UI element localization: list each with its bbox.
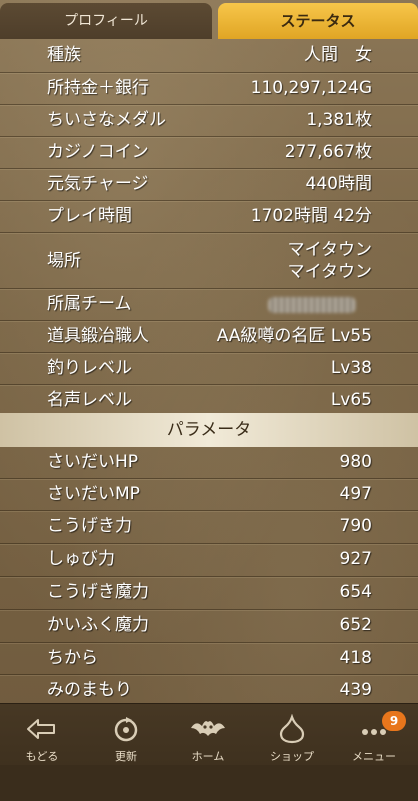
nav-home-label: ホーム	[191, 750, 225, 763]
row-race: 種族 人間 女	[0, 40, 418, 73]
param-value: 980	[339, 452, 372, 472]
param-row-defense: しゅび力 927	[0, 544, 418, 577]
nav-shop-button[interactable]: ショップ	[252, 710, 332, 766]
home-bat-icon	[191, 721, 225, 736]
row-value: 1,381枚	[306, 110, 372, 130]
param-row-heal-magic: かいふく魔力 652	[0, 610, 418, 643]
row-value: Lv38	[330, 358, 372, 378]
nav-back-label: もどる	[25, 750, 59, 763]
param-value: 652	[339, 615, 372, 635]
row-value: マイタウン マイタウン	[288, 239, 372, 283]
row-value: 110,297,124G	[250, 78, 372, 98]
row-label: 名声レベル	[47, 390, 132, 410]
param-label: ちから	[47, 648, 98, 668]
location-line-2: マイタウン	[287, 262, 372, 282]
bottom-safe-area	[0, 765, 418, 800]
row-value: 人間 女	[304, 45, 372, 65]
redacted-team-name	[268, 297, 356, 313]
row-value: AA級噂の名匠 Lv55	[216, 326, 372, 346]
param-label: さいだいHP	[47, 452, 139, 472]
row-label: ちいさなメダル	[47, 110, 166, 130]
nav-home-button[interactable]: ホーム	[168, 710, 248, 766]
row-team: 所属チーム	[0, 289, 418, 321]
tab-profile[interactable]: プロフィール	[0, 3, 212, 39]
refresh-icon	[114, 717, 138, 742]
row-label: 釣りレベル	[47, 358, 132, 378]
row-value: 440時間	[305, 174, 372, 194]
param-value: 927	[339, 549, 372, 569]
tab-status[interactable]: ステータス	[218, 3, 418, 39]
nav-shop-label: ショップ	[270, 750, 314, 763]
status-list[interactable]: 種族 人間 女 所持金＋銀行 110,297,124G ちいさなメダル 1,38…	[0, 40, 418, 703]
param-row-max-hp: さいだいHP 980	[0, 447, 418, 479]
param-label: こうげき魔力	[47, 582, 149, 602]
nav-refresh-button[interactable]: 更新	[86, 710, 166, 766]
row-casino-coins: カジノコイン 277,667枚	[0, 137, 418, 169]
row-label: カジノコイン	[47, 142, 149, 162]
param-row-attack: こうげき力 790	[0, 511, 418, 544]
tab-bar: プロフィール ステータス	[0, 0, 418, 40]
row-medals: ちいさなメダル 1,381枚	[0, 105, 418, 137]
row-location: 場所 マイタウン マイタウン	[0, 233, 418, 289]
param-value: 418	[339, 648, 372, 668]
location-line-1: マイタウン	[287, 240, 372, 260]
row-label: 道具鍛冶職人	[47, 326, 149, 346]
param-row-max-mp: さいだいMP 497	[0, 479, 418, 511]
nav-menu-button[interactable]: メニュー 9	[334, 710, 414, 766]
row-value: 277,667枚	[284, 142, 372, 162]
row-label: 場所	[47, 251, 81, 271]
row-genki-charge: 元気チャージ 440時間	[0, 169, 418, 201]
slime-shop-icon	[279, 714, 305, 744]
row-value: Lv65	[330, 390, 372, 410]
nav-menu-label: メニュー	[352, 750, 396, 763]
param-row-strength: ちから 418	[0, 643, 418, 675]
menu-notification-badge: 9	[382, 711, 406, 731]
param-row-attack-magic: こうげき魔力 654	[0, 577, 418, 610]
row-label: 所持金＋銀行	[47, 78, 149, 98]
row-fishing-level: 釣りレベル Lv38	[0, 353, 418, 385]
row-label: プレイ時間	[47, 206, 132, 226]
param-row-protection: みのまもり 439	[0, 675, 418, 703]
param-value: 790	[339, 516, 372, 536]
nav-refresh-label: 更新	[115, 750, 137, 763]
back-arrow-icon	[27, 719, 55, 739]
param-label: しゅび力	[47, 549, 115, 569]
param-label: こうげき力	[47, 516, 132, 536]
section-header-parameters: パラメータ	[0, 413, 418, 447]
nav-back-button[interactable]: もどる	[2, 710, 82, 766]
param-label: さいだいMP	[47, 484, 140, 504]
row-gold: 所持金＋銀行 110,297,124G	[0, 73, 418, 105]
row-craftsman: 道具鍛冶職人 AA級噂の名匠 Lv55	[0, 321, 418, 353]
param-value: 497	[339, 484, 372, 504]
row-play-time: プレイ時間 1702時間 42分	[0, 201, 418, 233]
param-label: かいふく魔力	[47, 615, 149, 635]
row-value: 1702時間 42分	[250, 206, 372, 226]
param-label: みのまもり	[47, 680, 132, 700]
row-label: 元気チャージ	[47, 174, 149, 194]
param-value: 654	[339, 582, 372, 602]
row-label: 種族	[47, 45, 81, 65]
row-label: 所属チーム	[47, 294, 132, 314]
param-value: 439	[339, 680, 372, 700]
